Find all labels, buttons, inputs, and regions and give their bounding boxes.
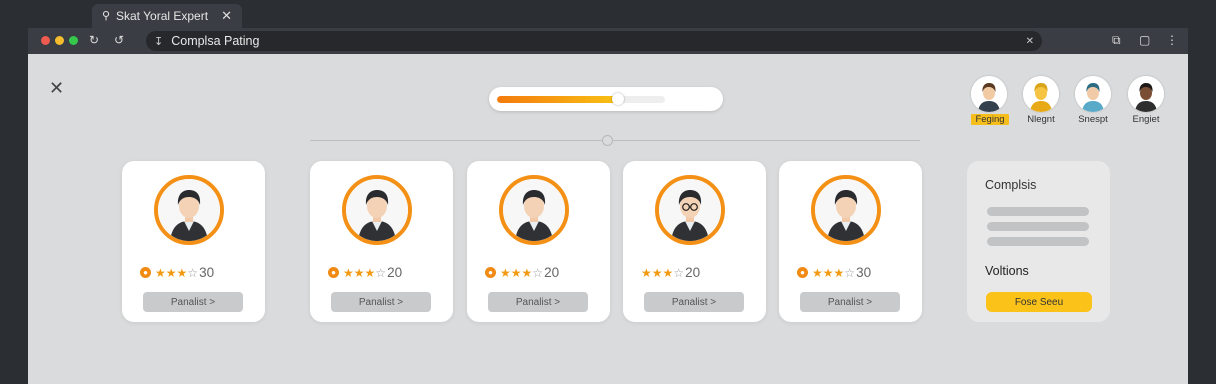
panelist-card[interactable]: ● ★★★☆ 30 Panalist > <box>779 161 922 322</box>
star-icon: ☆ <box>673 265 685 280</box>
rating: ● ★★★☆ 30 <box>140 265 214 280</box>
address-bar[interactable]: ↧ Complsa Pating ✕ <box>146 31 1042 51</box>
progress-track <box>497 96 665 103</box>
star-icon: ★ <box>155 265 166 280</box>
back-icon[interactable]: ↻ <box>89 33 99 47</box>
panelist-card[interactable]: ★★★☆ 20 Panalist > <box>623 161 766 322</box>
progress-fill <box>497 96 618 103</box>
panelist-card[interactable]: ● ★★★☆ 30 Panalist > <box>122 161 265 322</box>
divider-handle <box>602 135 613 146</box>
panelist-card[interactable]: ● ★★★☆ 20 Panalist > <box>310 161 453 322</box>
star-icon: ★ <box>176 265 188 280</box>
star-icon: ☆ <box>532 265 544 280</box>
rating: ● ★★★☆ 20 <box>328 265 402 280</box>
user-label: Engiet <box>1132 114 1160 125</box>
rating-stars: ★★★☆ <box>641 266 684 280</box>
user-avatar[interactable] <box>1075 76 1111 112</box>
star-icon: ☆ <box>844 265 856 280</box>
avatar <box>655 175 725 245</box>
side-panel-title: Complsis <box>985 178 1037 192</box>
user-avatar[interactable] <box>971 76 1007 112</box>
star-icon: ★ <box>641 265 652 280</box>
rating: ★★★☆ 20 <box>641 265 700 280</box>
rating-stars: ★★★☆ <box>812 266 855 280</box>
more-menu-icon[interactable]: ⋮ <box>1166 33 1178 47</box>
placeholder-line <box>987 207 1089 216</box>
window-minimize-dot[interactable] <box>55 36 64 45</box>
share-icon[interactable]: ⧉ <box>1112 33 1121 48</box>
search-icon: ⚲ <box>102 10 111 22</box>
star-icon: ☆ <box>187 265 199 280</box>
star-icon: ★ <box>500 265 511 280</box>
user-label: Snespt <box>1078 114 1108 125</box>
star-icon: ★ <box>510 265 522 280</box>
tab-title: Skat Yoral Expert <box>116 9 209 23</box>
address-text: Complsa Pating <box>171 34 260 48</box>
star-icon: ★ <box>353 265 365 280</box>
rating-score: 20 <box>685 265 701 280</box>
panelist-button[interactable]: Panalist > <box>143 292 243 312</box>
side-panel-button[interactable]: Fose Seeu <box>986 292 1092 312</box>
rating-score: 20 <box>387 265 403 280</box>
star-icon: ★ <box>812 265 823 280</box>
star-icon: ☆ <box>375 265 387 280</box>
rating-badge-icon: ● <box>485 267 496 278</box>
placeholder-line <box>987 222 1089 231</box>
avatar <box>154 175 224 245</box>
window-maximize-dot[interactable] <box>69 36 78 45</box>
rating-badge-icon: ● <box>797 267 808 278</box>
rating-score: 20 <box>544 265 560 280</box>
avatar <box>342 175 412 245</box>
rating-stars: ★★★☆ <box>500 266 543 280</box>
side-panel-subtitle: Voltions <box>985 264 1029 278</box>
panelist-button[interactable]: Panalist > <box>800 292 900 312</box>
divider <box>310 140 920 141</box>
window-close-dot[interactable] <box>41 36 50 45</box>
user-label: Feging <box>971 114 1009 125</box>
tab-close-icon[interactable]: ✕ <box>221 8 232 24</box>
placeholder-line <box>987 237 1089 246</box>
rating: ● ★★★☆ 30 <box>797 265 871 280</box>
panelist-button[interactable]: Panalist > <box>644 292 744 312</box>
tabs-icon[interactable]: ▢ <box>1139 33 1150 47</box>
avatar <box>499 175 569 245</box>
rating-score: 30 <box>199 265 215 280</box>
user-label: Nlegnt <box>1027 114 1055 125</box>
rating: ● ★★★☆ 20 <box>485 265 559 280</box>
panelist-button[interactable]: Panalist > <box>488 292 588 312</box>
side-panel: Complsis Voltions Fose Seeu <box>967 161 1110 322</box>
progress-bar <box>489 87 723 111</box>
browser-tab[interactable]: ⚲ Skat Yoral Expert ✕ <box>92 4 242 28</box>
close-icon[interactable]: ✕ <box>49 78 64 99</box>
progress-knob[interactable] <box>611 93 624 105</box>
download-icon: ↧ <box>154 35 164 48</box>
reload-icon[interactable]: ↺ <box>114 33 124 47</box>
panelist-button[interactable]: Panalist > <box>331 292 431 312</box>
rating-score: 30 <box>856 265 872 280</box>
star-icon: ★ <box>651 265 663 280</box>
star-icon: ★ <box>165 265 177 280</box>
user-avatar[interactable] <box>1128 76 1164 112</box>
star-icon: ★ <box>364 265 376 280</box>
user-avatar[interactable] <box>1023 76 1059 112</box>
clear-address-icon[interactable]: ✕ <box>1026 36 1034 47</box>
star-icon: ★ <box>662 265 674 280</box>
rating-stars: ★★★☆ <box>343 266 386 280</box>
rating-stars: ★★★☆ <box>155 266 198 280</box>
rating-badge-icon: ● <box>328 267 339 278</box>
star-icon: ★ <box>822 265 834 280</box>
star-icon: ★ <box>343 265 354 280</box>
rating-badge-icon: ● <box>140 267 151 278</box>
avatar <box>811 175 881 245</box>
panelist-card[interactable]: ● ★★★☆ 20 Panalist > <box>467 161 610 322</box>
star-icon: ★ <box>521 265 533 280</box>
star-icon: ★ <box>833 265 845 280</box>
